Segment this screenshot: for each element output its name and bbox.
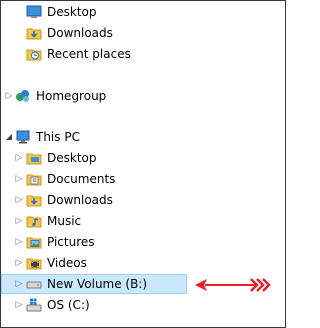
- nav-item-downloads[interactable]: ▷ Downloads: [1, 190, 285, 210]
- music-folder-icon: [26, 213, 42, 229]
- expand-chevron-icon[interactable]: ▷: [14, 274, 24, 294]
- nav-item-os-c[interactable]: ▷ OS (C:): [1, 295, 285, 315]
- expand-chevron-icon[interactable]: ▷: [14, 295, 24, 315]
- downloads-folder-icon: [26, 25, 42, 41]
- nav-item-label: This PC: [36, 130, 80, 144]
- expand-chevron-icon[interactable]: ▷: [4, 86, 14, 106]
- nav-item-label: Documents: [47, 172, 116, 186]
- expand-chevron-icon[interactable]: ▷: [14, 190, 24, 210]
- videos-folder-icon: [26, 255, 42, 271]
- nav-item-label: Videos: [47, 256, 87, 270]
- nav-item-desktop[interactable]: ▷ Desktop: [1, 148, 285, 168]
- expand-chevron-icon[interactable]: ▷: [14, 148, 24, 168]
- nav-item-label: Homegroup: [36, 89, 107, 103]
- documents-folder-icon: [26, 171, 42, 187]
- nav-item-label: Desktop: [47, 151, 97, 165]
- collapse-chevron-icon[interactable]: ◢: [4, 127, 14, 147]
- nav-item-music[interactable]: ▷ Music: [1, 211, 285, 231]
- nav-item-label: Downloads: [47, 193, 113, 207]
- pictures-folder-icon: [26, 234, 42, 250]
- nav-item-label: Recent places: [47, 47, 131, 61]
- nav-item-label: Music: [47, 214, 82, 228]
- nav-item-label: New Volume (B:): [47, 277, 148, 291]
- nav-item-label: OS (C:): [47, 298, 90, 312]
- nav-item-videos[interactable]: ▷ Videos: [1, 253, 285, 273]
- homegroup-icon: [15, 88, 31, 104]
- nav-item-label: Pictures: [47, 235, 95, 249]
- nav-item-pictures[interactable]: ▷ Pictures: [1, 232, 285, 252]
- expand-chevron-icon[interactable]: ▷: [14, 232, 24, 252]
- nav-item-this-pc[interactable]: ◢ This PC: [1, 127, 285, 147]
- nav-item-desktop-quick[interactable]: Desktop: [1, 2, 285, 22]
- computer-icon: [15, 129, 31, 145]
- nav-item-documents[interactable]: ▷ Documents: [1, 169, 285, 189]
- recent-places-icon: [26, 46, 42, 62]
- desktop-folder-icon: [26, 150, 42, 166]
- nav-item-homegroup[interactable]: ▷ Homegroup: [1, 86, 285, 106]
- nav-item-downloads-quick[interactable]: Downloads: [1, 23, 285, 43]
- drive-icon: [26, 276, 42, 292]
- nav-item-new-volume-b[interactable]: ▷ New Volume (B:): [1, 274, 187, 294]
- red-arrow-annotation-icon: [195, 278, 271, 292]
- expand-chevron-icon[interactable]: ▷: [14, 253, 24, 273]
- expand-chevron-icon[interactable]: ▷: [14, 169, 24, 189]
- desktop-folder-icon: [26, 4, 42, 20]
- downloads-folder-icon: [26, 192, 42, 208]
- nav-item-recent-places[interactable]: Recent places: [1, 44, 285, 64]
- os-drive-icon: [26, 297, 42, 313]
- nav-item-label: Downloads: [47, 26, 113, 40]
- nav-item-label: Desktop: [47, 5, 97, 19]
- expand-chevron-icon[interactable]: ▷: [14, 211, 24, 231]
- navigation-pane: Desktop Downloads Recent places ▷ Homegr…: [0, 0, 286, 328]
